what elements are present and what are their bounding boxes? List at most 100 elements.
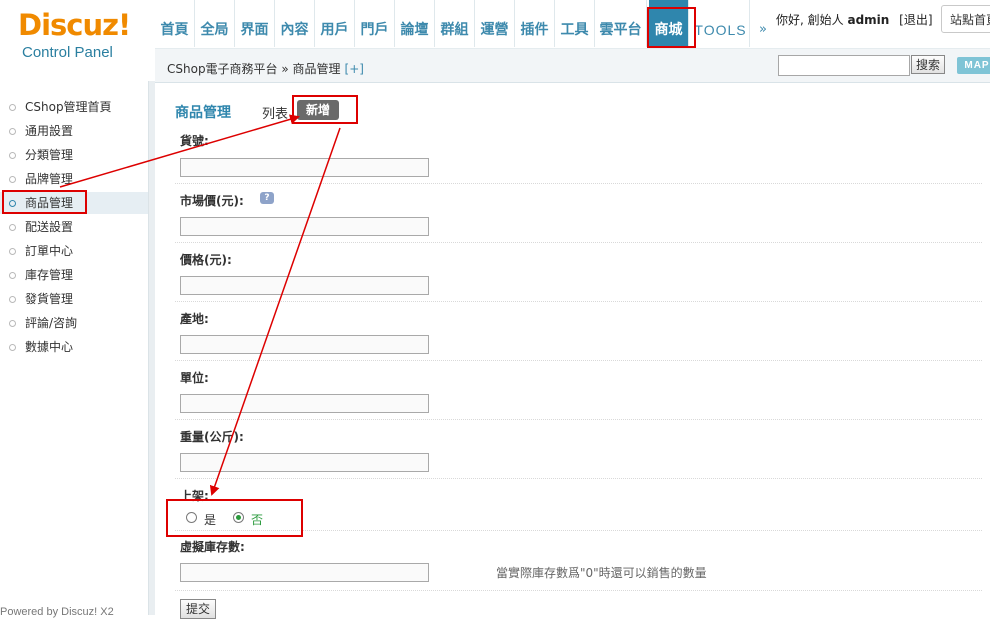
divider: [175, 242, 982, 243]
sku-label: 貨號:: [180, 134, 209, 148]
sidebar-item-label: 數據中心: [25, 340, 74, 354]
sidebar-item-label: CShop管理首頁: [25, 100, 112, 114]
sub-header: CShop電子商務平台 » 商品管理 [+] 搜索 MAP: [155, 48, 990, 83]
unit-label: 單位:: [180, 371, 209, 385]
divider: [175, 530, 982, 531]
virtual-stock-input[interactable]: [180, 563, 429, 582]
nav-global[interactable]: 全局: [195, 0, 235, 47]
logout-link[interactable]: [退出]: [899, 13, 932, 27]
sidebar-item-label: 商品管理: [25, 196, 74, 210]
help-bubble-icon[interactable]: ?: [260, 192, 274, 204]
nav-cloud[interactable]: 雲平台: [595, 0, 647, 47]
sidebar-item-label: 評論/咨詢: [25, 316, 78, 330]
sidebar-item-data-center[interactable]: 數據中心: [0, 336, 148, 358]
price-input[interactable]: [180, 276, 429, 295]
user-info: 你好, 創始人 admin [退出]: [776, 11, 933, 28]
submit-button[interactable]: 提交: [180, 599, 216, 619]
sidebar-item-label: 庫存管理: [25, 268, 74, 282]
on-shelf-no-radio[interactable]: [233, 512, 244, 523]
sidebar-item-delivery[interactable]: 發貨管理: [0, 288, 148, 310]
logo-subtitle: Control Panel: [22, 44, 113, 61]
username: admin: [847, 13, 890, 27]
weight-input[interactable]: [180, 453, 429, 472]
origin-input[interactable]: [180, 335, 429, 354]
nav-home[interactable]: 首頁: [155, 0, 195, 47]
sidebar-item-shipping[interactable]: 配送設置: [0, 216, 148, 238]
nav-user[interactable]: 用戶: [315, 0, 355, 47]
sidebar-item-brands[interactable]: 品牌管理: [0, 168, 148, 190]
nav-forum[interactable]: 論壇: [395, 0, 435, 47]
nav-operation[interactable]: 運營: [475, 0, 515, 47]
sidebar-item-reviews[interactable]: 評論/咨詢: [0, 312, 148, 334]
divider: [175, 419, 982, 420]
bullet-icon: [9, 296, 16, 303]
bullet-icon: [9, 224, 16, 231]
virtual-stock-label: 虛擬庫存數:: [180, 540, 245, 554]
greeting: 你好, 創始人: [776, 13, 844, 27]
sidebar-item-general-settings[interactable]: 通用設置: [0, 120, 148, 142]
on-shelf-no-label[interactable]: 否: [251, 511, 263, 528]
divider: [175, 301, 982, 302]
sidebar-divider[interactable]: [148, 81, 155, 615]
bullet-icon: [9, 128, 16, 135]
nav-plugin[interactable]: 插件: [515, 0, 555, 47]
breadcrumb-path: CShop電子商務平台 » 商品管理: [167, 62, 341, 76]
bullet-icon: [9, 248, 16, 255]
unit-input[interactable]: [180, 394, 429, 413]
divider: [175, 478, 982, 479]
powered-by: Powered by Discuz! X2: [0, 606, 114, 618]
on-shelf-yes-label[interactable]: 是: [204, 511, 216, 528]
tab-add[interactable]: 新增: [297, 100, 339, 120]
bullet-icon: [9, 344, 16, 351]
tab-list[interactable]: 列表: [262, 103, 288, 122]
bullet-icon: [9, 104, 16, 111]
sidebar-item-label: 分類管理: [25, 148, 74, 162]
nav-content[interactable]: 內容: [275, 0, 315, 47]
virtual-stock-help: 當實際庫存數爲"0"時還可以銷售的數量: [496, 566, 707, 580]
logo-brand: Discuz!: [18, 8, 131, 42]
sidebar-item-orders[interactable]: 訂單中心: [0, 240, 148, 262]
search-input[interactable]: [778, 55, 910, 76]
sidebar-item-label: 品牌管理: [25, 172, 74, 186]
sidebar-item-inventory[interactable]: 庫存管理: [0, 264, 148, 286]
site-home-button[interactable]: 站點首頁: [941, 5, 990, 33]
add-shortcut-link[interactable]: [+]: [345, 62, 364, 76]
origin-label: 產地:: [180, 312, 209, 326]
sidebar-item-categories[interactable]: 分類管理: [0, 144, 148, 166]
bullet-icon: [9, 320, 16, 327]
sidebar-item-label: 通用設置: [25, 124, 74, 138]
nav-tools[interactable]: 工具: [555, 0, 595, 47]
bullet-icon: [9, 152, 16, 159]
top-nav: 首頁 全局 界面 內容 用戶 門戶 論壇 群組 運營 插件 工具 雲平台 商城 …: [155, 0, 990, 47]
bullet-icon: [9, 176, 16, 183]
nav-portal[interactable]: 門戶: [355, 0, 395, 47]
market-price-input[interactable]: [180, 217, 429, 236]
sidebar-item-label: 訂單中心: [25, 244, 74, 258]
logo[interactable]: Discuz! Control Panel: [0, 0, 148, 80]
bullet-icon: [9, 200, 16, 207]
on-shelf-yes-radio[interactable]: [186, 512, 197, 523]
divider: [175, 360, 982, 361]
market-price-label: 市場價(元):: [180, 194, 244, 208]
bullet-icon: [9, 272, 16, 279]
divider: [175, 590, 982, 591]
sidebar: CShop管理首頁 通用設置 分類管理 品牌管理 商品管理 配送設置 訂單中心 …: [0, 81, 148, 615]
sidebar-item-cshop-home[interactable]: CShop管理首頁: [0, 96, 148, 118]
sku-input[interactable]: [180, 158, 429, 177]
map-button[interactable]: MAP: [957, 57, 990, 74]
sidebar-item-label: 配送設置: [25, 220, 74, 234]
breadcrumb: CShop電子商務平台 » 商品管理 [+]: [167, 60, 364, 77]
search-button[interactable]: 搜索: [911, 55, 945, 74]
nav-style[interactable]: 界面: [235, 0, 275, 47]
sidebar-item-products[interactable]: 商品管理: [0, 192, 148, 214]
nav-mall[interactable]: 商城: [649, 0, 689, 47]
sidebar-item-label: 發貨管理: [25, 292, 74, 306]
nav-group[interactable]: 群組: [435, 0, 475, 47]
weight-label: 重量(公斤):: [180, 430, 244, 444]
on-shelf-label: 上架:: [180, 489, 209, 503]
divider: [175, 183, 982, 184]
nav-more-icon[interactable]: »: [753, 0, 773, 47]
price-label: 價格(元):: [180, 253, 232, 267]
nav-tools-en[interactable]: TOOLS: [692, 0, 750, 47]
page-title: 商品管理: [175, 105, 231, 121]
